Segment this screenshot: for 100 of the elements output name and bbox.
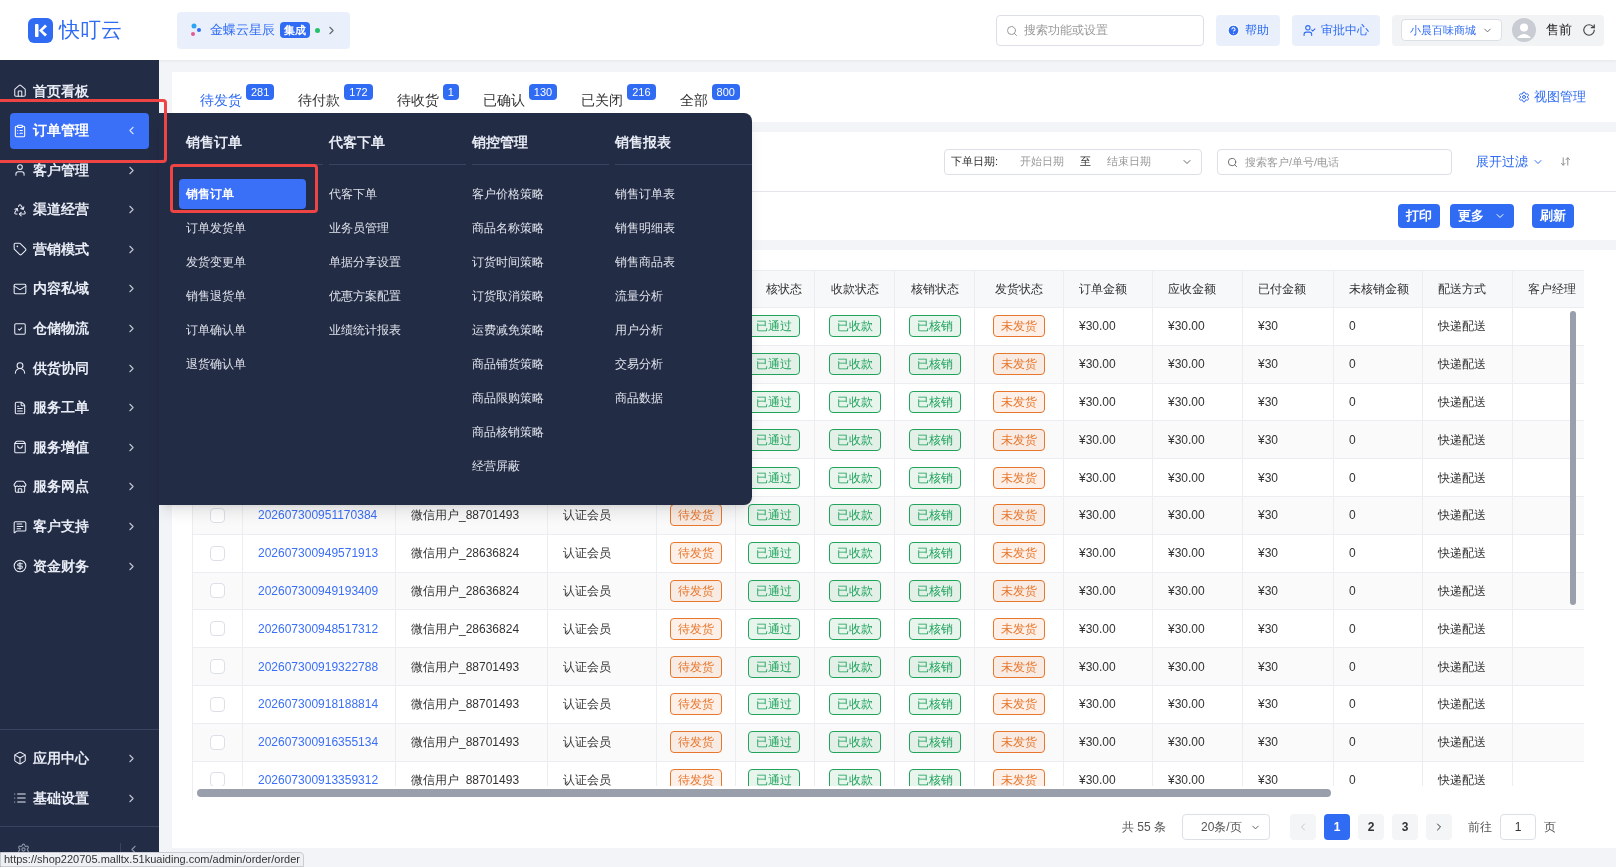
- table-cell-text: 0: [1349, 356, 1356, 374]
- menu-item[interactable]: 用户分析: [608, 315, 735, 345]
- menu-item[interactable]: 销售商品表: [608, 247, 735, 277]
- status-tab[interactable]: 待收货 1: [396, 83, 459, 111]
- menu-item[interactable]: 商品限购策略: [465, 383, 592, 413]
- menu-item[interactable]: 订单发货单: [179, 213, 306, 243]
- menu-item[interactable]: 经营屏蔽: [465, 451, 592, 481]
- sidebar-item[interactable]: 营销模式: [10, 231, 149, 268]
- order-number-link[interactable]: 202607300919322788: [258, 657, 379, 676]
- table-cell-text: ¥30.00: [1079, 658, 1116, 676]
- status-tag: 未发货: [993, 391, 1045, 413]
- table-cell-text: ¥30.00: [1079, 394, 1116, 411]
- row-checkbox[interactable]: [210, 583, 225, 599]
- horizontal-scrollbar[interactable]: [197, 789, 1331, 797]
- row-checkbox[interactable]: [210, 507, 225, 523]
- status-tab[interactable]: 已关闭 216: [581, 83, 656, 111]
- status-tab[interactable]: 待付款 172: [298, 83, 373, 111]
- menu-item[interactable]: 优惠方案配置: [322, 281, 449, 311]
- sidebar-item[interactable]: 应用中心: [10, 740, 149, 776]
- search-field[interactable]: 搜索功能或设置: [996, 14, 1204, 46]
- menu-item[interactable]: 客户价格策略: [465, 179, 592, 209]
- order-number-link[interactable]: 202607300949571913: [258, 544, 379, 563]
- header-button[interactable]: 帮助: [1216, 14, 1280, 46]
- sidebar-item[interactable]: 服务工单: [10, 389, 149, 426]
- header-button[interactable]: 审批中心: [1292, 14, 1380, 46]
- menu-icon: [13, 440, 27, 455]
- menu-item[interactable]: 交易分析: [608, 349, 735, 379]
- sidebar-item[interactable]: 内容私域: [10, 270, 149, 307]
- sidebar-item[interactable]: 渠道经营: [10, 191, 149, 228]
- status-tab[interactable]: 全部 800: [679, 83, 740, 111]
- table-cell-text: ¥30.00: [1079, 469, 1116, 487]
- search-field[interactable]: 搜索客户/单号/电话: [1217, 148, 1452, 175]
- menu-item[interactable]: 商品名称策略: [465, 213, 592, 243]
- menu-item[interactable]: 业绩统计报表: [322, 315, 449, 345]
- table-cell-text: ¥30.00: [1079, 696, 1116, 714]
- menu-item[interactable]: 订单确认单: [179, 315, 306, 345]
- order-number-link[interactable]: 202607300916355134: [258, 733, 379, 752]
- row-checkbox[interactable]: [210, 659, 225, 675]
- order-number-link[interactable]: 202607300948517312: [258, 619, 379, 638]
- sidebar-item[interactable]: 服务增值: [10, 429, 149, 466]
- count-badge: 172: [344, 83, 373, 100]
- page-button[interactable]: 3: [1392, 814, 1418, 840]
- action-button[interactable]: 刷新: [1532, 204, 1574, 228]
- status-tab[interactable]: 待发货 281: [200, 83, 275, 111]
- menu-item[interactable]: 发货变更单: [179, 247, 306, 277]
- sidebar-item[interactable]: 供货协同: [10, 350, 149, 387]
- page-input[interactable]: 1: [1500, 814, 1536, 840]
- sort-icon[interactable]: [1560, 156, 1571, 167]
- menu-item[interactable]: 代客下单: [322, 179, 449, 209]
- action-button[interactable]: 打印: [1398, 204, 1440, 228]
- row-checkbox[interactable]: [210, 772, 225, 786]
- menu-item[interactable]: 业务员管理: [322, 213, 449, 243]
- status-tag: 已通过: [748, 655, 800, 678]
- menu-item[interactable]: 商品数据: [608, 383, 735, 413]
- row-checkbox[interactable]: [210, 734, 225, 750]
- date-range-field[interactable]: 下单日期: 开始日期 至 结束日期: [943, 148, 1202, 175]
- vertical-scrollbar[interactable]: [1570, 311, 1576, 605]
- order-number-link[interactable]: 202607300913359312: [258, 770, 379, 786]
- next-page-button[interactable]: [1426, 814, 1452, 840]
- menu-item[interactable]: 退货确认单: [179, 349, 306, 379]
- sidebar-item[interactable]: 首页看板: [10, 73, 149, 109]
- view-manage-button[interactable]: 视图管理: [1518, 87, 1586, 107]
- store-select[interactable]: 小晨百味商城: [1401, 19, 1502, 41]
- sidebar-item[interactable]: 仓储物流: [10, 310, 149, 347]
- expand-filter-button[interactable]: 展开过滤: [1476, 151, 1544, 172]
- status-tab[interactable]: 已确认 130: [482, 83, 558, 111]
- menu-item[interactable]: 销售明细表: [608, 213, 735, 243]
- row-checkbox[interactable]: [210, 696, 225, 712]
- sidebar-item[interactable]: 客户支持: [10, 508, 149, 545]
- sidebar-item[interactable]: 订单管理: [10, 112, 149, 149]
- menu-item[interactable]: 商品铺货策略: [465, 349, 592, 379]
- menu-item[interactable]: 流量分析: [608, 281, 735, 311]
- menu-item[interactable]: 销售退货单: [179, 281, 306, 311]
- menu-item[interactable]: 订货取消策略: [465, 281, 592, 311]
- table-cell-text: ¥30.00: [1079, 620, 1116, 638]
- order-number-link[interactable]: 202607300918188814: [258, 695, 379, 714]
- page-button[interactable]: 1: [1324, 814, 1350, 840]
- sidebar-item[interactable]: 基础设置: [10, 780, 149, 816]
- page-size-select[interactable]: 20条/页: [1182, 814, 1270, 840]
- action-button[interactable]: 更多: [1450, 204, 1514, 228]
- status-tag: 未发货: [993, 466, 1045, 489]
- sidebar-item[interactable]: 客户管理: [10, 152, 149, 189]
- menu-item[interactable]: 订货时间策略: [465, 247, 592, 277]
- sidebar-item[interactable]: 服务网点: [10, 468, 149, 505]
- order-number-link[interactable]: 202607300951170384: [258, 506, 378, 525]
- menu-item[interactable]: 销售订单表: [608, 179, 735, 209]
- menu-item[interactable]: 销售订单: [179, 179, 306, 209]
- row-checkbox[interactable]: [210, 621, 225, 637]
- sidebar-item[interactable]: 资金财务: [10, 548, 149, 585]
- order-number-link[interactable]: 202607300949193409: [258, 581, 379, 600]
- table-cell-text: 0: [1349, 771, 1356, 786]
- menu-item[interactable]: 单据分享设置: [322, 247, 449, 277]
- row-checkbox[interactable]: [210, 545, 225, 561]
- menu-item[interactable]: 商品核销策略: [465, 417, 592, 447]
- page-button[interactable]: 2: [1358, 814, 1384, 840]
- count-badge: 1: [442, 83, 459, 100]
- refresh-icon[interactable]: [1582, 23, 1596, 37]
- table-cell-text: 快递配送: [1438, 469, 1486, 487]
- integration-switcher[interactable]: 金蝶云星辰 集成: [177, 11, 350, 49]
- menu-item[interactable]: 运费减免策略: [465, 315, 592, 345]
